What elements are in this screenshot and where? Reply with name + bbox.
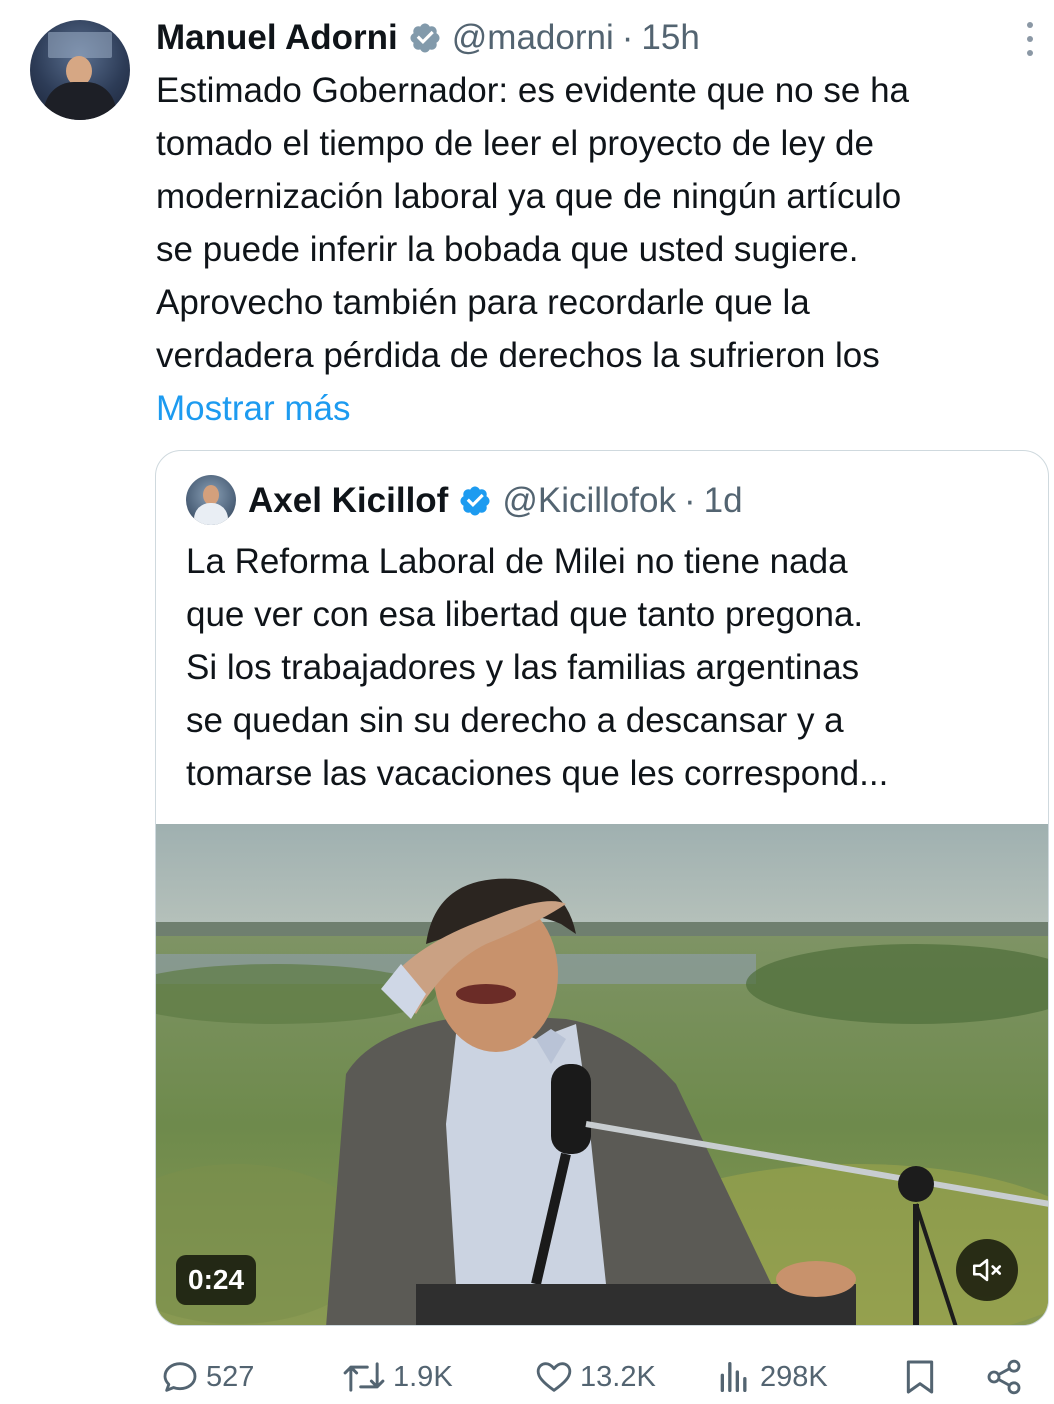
share-icon (987, 1359, 1021, 1395)
tweet-text-line: Aprovecho también para recordarle que la (156, 283, 810, 322)
view-count: 298K (760, 1360, 828, 1393)
quoted-tweet-time[interactable]: 1d (704, 481, 743, 521)
tweet-text-line: modernización laboral ya que de ningún a… (156, 177, 902, 216)
verified-badge-icon (458, 484, 492, 518)
retweet-button[interactable]: 1.9K (341, 1352, 453, 1402)
tweet-text-line: tomado el tiempo de leer el proyecto de … (156, 124, 874, 163)
tweet-actions-bar: 527 1.9K 13.2K 298K (156, 1352, 1036, 1402)
tweet-text-line: Estimado Gobernador: es evidente que no … (156, 71, 909, 110)
video-player[interactable]: 0:24 (156, 824, 1048, 1325)
tweet-time[interactable]: 15h (641, 18, 699, 58)
quoted-text-line: La Reforma Laboral de Milei no tiene nad… (186, 542, 848, 581)
quoted-author-name[interactable]: Axel Kicillof (248, 481, 448, 521)
quoted-text-line: se quedan sin su derecho a descansar y a (186, 701, 844, 740)
mute-toggle-button[interactable] (956, 1239, 1018, 1301)
quoted-tweet-header: Axel Kicillof @Kicillofok · 1d (248, 477, 743, 525)
quoted-author-handle[interactable]: @Kicillofok (502, 481, 676, 521)
avatar-suit (44, 82, 116, 120)
video-duration-badge: 0:24 (176, 1255, 257, 1305)
quoted-tweet-text: La Reforma Laboral de Milei no tiene nad… (186, 535, 1026, 800)
tweet-text: Estimado Gobernador: es evidente que no … (156, 64, 1036, 435)
tweet-text-line: se puede inferir la bobada que usted sug… (156, 230, 859, 269)
video-frame (156, 824, 1048, 1325)
author-name[interactable]: Manuel Adorni (156, 18, 398, 58)
verified-badge-icon (408, 21, 442, 55)
separator-dot: · (621, 18, 634, 57)
quoted-tweet[interactable]: Axel Kicillof @Kicillofok · 1d La Reform… (155, 450, 1049, 1326)
analytics-icon (720, 1362, 747, 1392)
separator-dot: · (683, 481, 696, 520)
heart-icon (536, 1362, 572, 1392)
reply-count: 527 (206, 1360, 255, 1393)
author-avatar[interactable] (30, 20, 130, 120)
more-options-icon[interactable] (1024, 22, 1036, 56)
views-button[interactable]: 298K (714, 1352, 828, 1402)
quoted-text-line: que ver con esa libertad que tanto prego… (186, 595, 864, 634)
show-more-link[interactable]: Mostrar más (156, 382, 1036, 435)
reply-icon (163, 1362, 197, 1392)
bookmark-icon (906, 1360, 934, 1394)
tweet-text-line: verdadera pérdida de derechos la sufrier… (156, 336, 880, 375)
speaker-muted-icon (972, 1258, 1002, 1282)
quoted-text-line: Si los trabajadores y las familias argen… (186, 648, 860, 687)
avatar-background (48, 32, 112, 58)
tweet-header: Manuel Adorni @madorni · 15h (156, 14, 1054, 62)
bookmark-button[interactable] (900, 1352, 946, 1402)
like-button[interactable]: 13.2K (534, 1352, 656, 1402)
author-handle[interactable]: @madorni (452, 18, 614, 58)
avatar-face (203, 485, 219, 505)
retweet-count: 1.9K (393, 1360, 453, 1393)
like-count: 13.2K (580, 1360, 656, 1393)
share-button[interactable] (984, 1352, 1030, 1402)
reply-button[interactable]: 527 (160, 1352, 254, 1402)
avatar-shirt (194, 503, 228, 525)
retweet-icon (343, 1362, 385, 1392)
quoted-text-line: tomarse las vacaciones que les correspon… (186, 754, 889, 793)
quoted-author-avatar[interactable] (186, 475, 236, 525)
